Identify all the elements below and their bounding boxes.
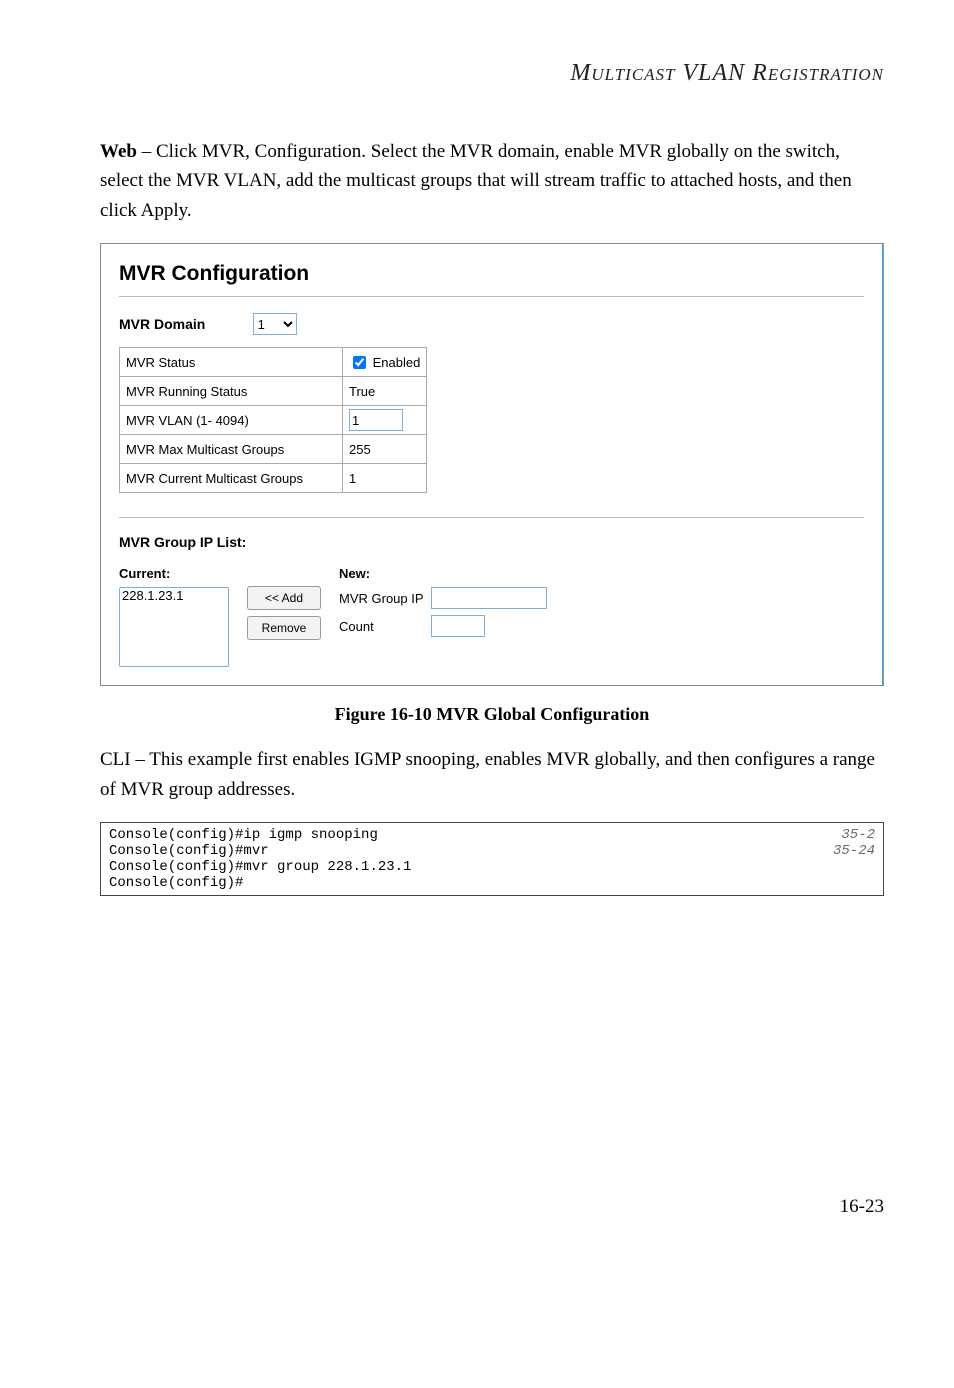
count-label: Count <box>339 619 427 634</box>
mvr-domain-select[interactable]: 1 <box>253 313 297 335</box>
count-input[interactable] <box>431 615 485 637</box>
intro-lead: Web <box>100 141 137 162</box>
current-heading: Current: <box>119 566 229 581</box>
divider <box>119 296 864 297</box>
mvr-group-ip-input[interactable] <box>431 587 547 609</box>
mvr-vlan-label: MVR VLAN (1- 4094) <box>120 406 343 435</box>
current-group-list[interactable]: 228.1.23.1 <box>119 587 229 667</box>
divider <box>119 517 864 518</box>
cli-commands: Console(config)#ip igmp snooping Console… <box>109 827 833 891</box>
table-row: MVR Current Multicast Groups 1 <box>120 464 427 493</box>
remove-button[interactable]: Remove <box>247 616 321 640</box>
table-row: MVR Status Enabled <box>120 348 427 377</box>
group-list-heading: MVR Group IP List: <box>119 534 864 550</box>
cli-intro-paragraph: CLI – This example first enables IGMP sn… <box>100 745 884 804</box>
mvr-current-value: 1 <box>343 464 427 493</box>
mvr-max-label: MVR Max Multicast Groups <box>120 435 343 464</box>
mvr-current-label: MVR Current Multicast Groups <box>120 464 343 493</box>
mvr-max-value: 255 <box>343 435 427 464</box>
figure-caption: Figure 16-10 MVR Global Configuration <box>100 704 884 725</box>
intro-text: – Click MVR, Configuration. Select the M… <box>100 141 852 221</box>
mvr-running-label: MVR Running Status <box>120 377 343 406</box>
cli-example-block: Console(config)#ip igmp snooping Console… <box>100 822 884 896</box>
mvr-status-label: MVR Status <box>120 348 343 377</box>
panel-title: MVR Configuration <box>119 262 864 286</box>
mvr-domain-label: MVR Domain <box>119 316 249 332</box>
cli-page-refs: 35-2 35-24 <box>833 827 875 891</box>
new-heading: New: <box>339 566 547 581</box>
page-number: 16-23 <box>100 1196 884 1218</box>
list-item[interactable]: 228.1.23.1 <box>120 588 228 605</box>
mvr-vlan-input[interactable] <box>349 409 403 431</box>
mvr-status-checkbox[interactable] <box>353 356 366 369</box>
mvr-group-ip-label: MVR Group IP <box>339 591 427 606</box>
section-header: Multicast VLAN Registration <box>100 60 884 87</box>
mvr-status-enabled-text: Enabled <box>373 355 421 370</box>
table-row: MVR VLAN (1- 4094) <box>120 406 427 435</box>
table-row: MVR Running Status True <box>120 377 427 406</box>
add-button[interactable]: << Add <box>247 586 321 610</box>
intro-paragraph: Web – Click MVR, Configuration. Select t… <box>100 137 884 225</box>
mvr-config-panel: MVR Configuration MVR Domain 1 MVR Statu… <box>100 243 884 686</box>
mvr-running-value: True <box>343 377 427 406</box>
mvr-settings-table: MVR Status Enabled MVR Running Status Tr… <box>119 347 427 493</box>
table-row: MVR Max Multicast Groups 255 <box>120 435 427 464</box>
